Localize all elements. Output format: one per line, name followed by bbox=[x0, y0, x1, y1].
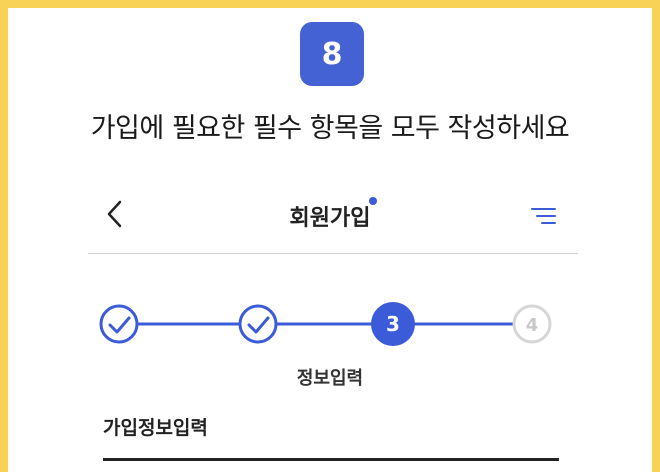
section-title: 가입정보입력 bbox=[103, 417, 208, 439]
current-step-label: 정보입력 bbox=[296, 368, 364, 389]
step-4: 4 bbox=[512, 304, 552, 344]
step-2 bbox=[238, 304, 278, 344]
input-underline bbox=[103, 458, 559, 461]
step-3-number: 3 bbox=[386, 312, 400, 336]
step-3: 3 bbox=[371, 302, 415, 346]
step-4-number: 4 bbox=[526, 315, 539, 336]
tutorial-frame: 8 가입에 필요한 필수 항목을 모두 작성하세요 회원가입 3 4 정보입력 … bbox=[0, 0, 660, 472]
progress-stepper: 3 4 bbox=[99, 302, 552, 346]
step-1 bbox=[99, 304, 139, 344]
